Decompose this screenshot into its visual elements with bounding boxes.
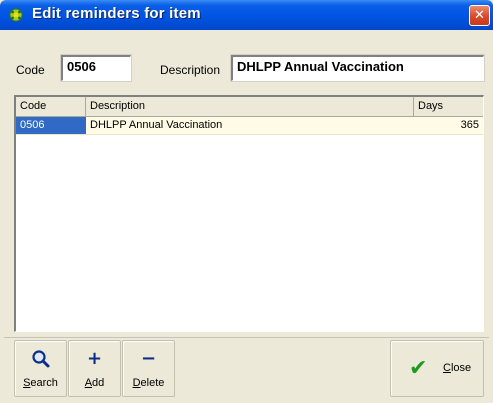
add-button[interactable]: + Add bbox=[68, 340, 121, 397]
search-button[interactable]: Search bbox=[14, 340, 67, 397]
title-bar[interactable]: Edit reminders for item ✕ bbox=[0, 0, 493, 30]
search-button-label: Search bbox=[23, 377, 58, 389]
column-header-description[interactable]: Description bbox=[86, 97, 414, 116]
cell-description[interactable]: DHLPP Annual Vaccination bbox=[86, 117, 414, 134]
magnifier-icon-graphic bbox=[31, 350, 49, 368]
code-field[interactable]: 0506 bbox=[60, 54, 132, 82]
dialog-window: Edit reminders for item ✕ Code 0506 Desc… bbox=[0, 0, 493, 403]
description-field-value: DHLPP Annual Vaccination bbox=[237, 59, 404, 74]
minus-icon: − bbox=[140, 348, 157, 369]
close-icon: ✕ bbox=[474, 8, 485, 23]
column-header-code[interactable]: Code bbox=[16, 97, 86, 116]
reminders-grid[interactable]: Code Description Days 0506 DHLPP Annual … bbox=[14, 95, 484, 332]
cell-code[interactable]: 0506 bbox=[16, 117, 86, 134]
column-header-days[interactable]: Days bbox=[414, 97, 483, 116]
grid-header: Code Description Days bbox=[16, 97, 483, 117]
code-field-value: 0506 bbox=[67, 59, 96, 74]
cell-days[interactable]: 365 bbox=[414, 117, 483, 134]
delete-button-label: Delete bbox=[132, 377, 165, 389]
magnifier-icon bbox=[15, 349, 66, 374]
description-field[interactable]: DHLPP Annual Vaccination bbox=[230, 54, 485, 82]
delete-button[interactable]: − Delete bbox=[122, 340, 175, 397]
plus-icon: + bbox=[86, 348, 103, 369]
table-row[interactable]: 0506 DHLPP Annual Vaccination 365 bbox=[16, 117, 483, 135]
close-button-label: Close bbox=[443, 362, 472, 374]
checkmark-icon: ✔ bbox=[409, 356, 428, 381]
app-icon bbox=[9, 8, 23, 22]
code-label: Code bbox=[16, 63, 45, 77]
close-button[interactable]: ✔ Close bbox=[390, 340, 484, 397]
add-button-label: Add bbox=[84, 377, 105, 389]
toolbar-divider bbox=[4, 337, 489, 338]
window-title: Edit reminders for item bbox=[32, 5, 201, 22]
description-label: Description bbox=[160, 63, 221, 77]
close-window-button[interactable]: ✕ bbox=[469, 5, 490, 26]
